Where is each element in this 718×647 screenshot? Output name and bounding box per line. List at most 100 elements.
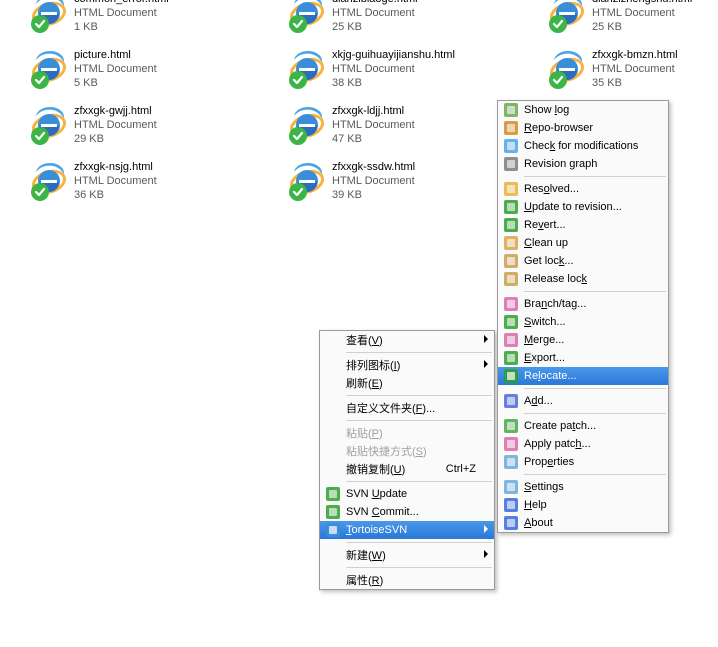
svn-item-about[interactable]: About bbox=[498, 514, 668, 532]
svn-update-icon bbox=[325, 486, 341, 502]
svn-item-revision-graph[interactable]: Revision graph bbox=[498, 155, 668, 173]
svn-item-switch[interactable]: Switch... bbox=[498, 313, 668, 331]
menu-item-label: Release lock bbox=[524, 273, 587, 285]
svn-item-merge[interactable]: Merge... bbox=[498, 331, 668, 349]
menu-item-label: Resolved... bbox=[524, 183, 579, 195]
svn-item-create-patch[interactable]: Create patch... bbox=[498, 417, 668, 435]
file-type: HTML Document bbox=[74, 62, 157, 76]
html-file-icon bbox=[546, 48, 588, 90]
ctx-item-svn-update[interactable]: SVN Update bbox=[320, 485, 494, 503]
svn-item-help[interactable]: Help bbox=[498, 496, 668, 514]
svn-item-clean-up[interactable]: Clean up bbox=[498, 234, 668, 252]
submenu-arrow-icon bbox=[484, 360, 488, 368]
menu-item-label: 属性(R) bbox=[346, 572, 383, 588]
menu-item-label: Merge... bbox=[524, 334, 564, 346]
context-menu-primary: 查看(V) 排列图标(I)刷新(E) 自定义文件夹(F)... 粘贴(P)粘贴快捷方式… bbox=[319, 330, 495, 590]
create-patch-icon bbox=[503, 418, 519, 434]
merge-icon bbox=[503, 332, 519, 348]
lock-icon bbox=[503, 253, 519, 269]
svn-item-properties[interactable]: Properties bbox=[498, 453, 668, 471]
properties-icon bbox=[503, 454, 519, 470]
update-rev-icon bbox=[503, 199, 519, 215]
svn-item-show-log[interactable]: Show log bbox=[498, 101, 668, 119]
svn-item-settings[interactable]: Settings bbox=[498, 478, 668, 496]
svn-item-resolved[interactable]: Resolved... bbox=[498, 180, 668, 198]
html-file-icon bbox=[286, 48, 328, 90]
ctx-item-e[interactable]: 刷新(E) bbox=[320, 374, 494, 392]
html-file-icon bbox=[28, 160, 70, 202]
svn-item-check-for-modifications[interactable]: Check for modifications bbox=[498, 137, 668, 155]
file-type: HTML Document bbox=[592, 6, 692, 20]
file-meta: picture.html HTML Document 5 KB bbox=[74, 48, 157, 90]
svn-item-apply-patch[interactable]: Apply patch... bbox=[498, 435, 668, 453]
file-meta: zfxxgk-bmzn.html HTML Document 35 KB bbox=[592, 48, 678, 90]
menu-item-label: Revert... bbox=[524, 219, 566, 231]
menu-item-label: Add... bbox=[524, 395, 553, 407]
ctx-item-w[interactable]: 新建(W) bbox=[320, 546, 494, 564]
svn-item-get-lock[interactable]: Get lock... bbox=[498, 252, 668, 270]
file-meta: common_error.html HTML Document 1 KB bbox=[74, 0, 169, 34]
ctx-item-u[interactable]: 撤销复制(U)Ctrl+Z bbox=[320, 460, 494, 478]
menu-item-label: Repo-browser bbox=[524, 122, 593, 134]
ctx-item-s: 粘贴快捷方式(S) bbox=[320, 442, 494, 460]
svn-separator bbox=[524, 474, 666, 475]
file-item[interactable]: zfxxgk-gwjj.html HTML Document 29 KB bbox=[28, 104, 268, 146]
file-item[interactable]: zfxxgk-nsjg.html HTML Document 36 KB bbox=[28, 160, 268, 202]
submenu-arrow-icon bbox=[484, 525, 488, 533]
file-item[interactable]: dianzibiaoge.html HTML Document 25 KB bbox=[286, 0, 526, 34]
ctx-item-r[interactable]: 属性(R) bbox=[320, 571, 494, 589]
menu-item-label: SVN Update bbox=[346, 488, 407, 500]
ctx-item-tortoisesvn[interactable]: TortoiseSVN bbox=[320, 521, 494, 539]
ctx-separator bbox=[346, 567, 492, 568]
ctx-item-v[interactable]: 查看(V) bbox=[320, 331, 494, 349]
file-meta: zfxxgk-ldjj.html HTML Document 47 KB bbox=[332, 104, 415, 146]
file-item[interactable]: picture.html HTML Document 5 KB bbox=[28, 48, 268, 90]
menu-item-label: 粘贴快捷方式(S) bbox=[346, 443, 427, 459]
ctx-item-p: 粘贴(P) bbox=[320, 424, 494, 442]
log-icon bbox=[503, 102, 519, 118]
svn-item-release-lock[interactable]: Release lock bbox=[498, 270, 668, 288]
tortoise-icon bbox=[325, 522, 341, 538]
svn-item-branch-tag[interactable]: Branch/tag... bbox=[498, 295, 668, 313]
file-item[interactable]: common_error.html HTML Document 1 KB bbox=[28, 0, 268, 34]
menu-item-label: Relocate... bbox=[524, 370, 577, 382]
menu-item-label: Switch... bbox=[524, 316, 566, 328]
file-item[interactable]: xkjg-guihuayijianshu.html HTML Document … bbox=[286, 48, 526, 90]
menu-item-label: Check for modifications bbox=[524, 140, 638, 152]
file-name: zfxxgk-bmzn.html bbox=[592, 48, 678, 62]
ctx-separator bbox=[346, 542, 492, 543]
html-file-icon bbox=[286, 0, 328, 34]
menu-item-label: 自定义文件夹(F)... bbox=[346, 400, 435, 416]
file-item[interactable]: dianzizhengshu.html HTML Document 25 KB bbox=[546, 0, 718, 34]
file-item[interactable]: zfxxgk-ldjj.html HTML Document 47 KB bbox=[286, 104, 526, 146]
file-item[interactable]: zfxxgk-ssdw.html HTML Document 39 KB bbox=[286, 160, 526, 202]
menu-item-label: Branch/tag... bbox=[524, 298, 586, 310]
file-meta: dianzizhengshu.html HTML Document 25 KB bbox=[592, 0, 692, 34]
svn-item-update-to-revision[interactable]: Update to revision... bbox=[498, 198, 668, 216]
ctx-item-i[interactable]: 排列图标(I) bbox=[320, 356, 494, 374]
file-size: 5 KB bbox=[74, 76, 157, 90]
svn-item-repo-browser[interactable]: Repo-browser bbox=[498, 119, 668, 137]
ctx-separator bbox=[346, 395, 492, 396]
revert-icon bbox=[503, 217, 519, 233]
file-type: HTML Document bbox=[592, 62, 678, 76]
file-name: zfxxgk-ssdw.html bbox=[332, 160, 415, 174]
svn-item-relocate[interactable]: Relocate... bbox=[498, 367, 668, 385]
menu-item-label: About bbox=[524, 517, 553, 529]
svn-item-add[interactable]: Add... bbox=[498, 392, 668, 410]
unlock-icon bbox=[503, 271, 519, 287]
cleanup-icon bbox=[503, 235, 519, 251]
ctx-item-svn-commit[interactable]: SVN Commit... bbox=[320, 503, 494, 521]
file-size: 1 KB bbox=[74, 20, 169, 34]
menu-item-shortcut: Ctrl+Z bbox=[446, 463, 476, 475]
svn-item-export[interactable]: Export... bbox=[498, 349, 668, 367]
html-file-icon bbox=[28, 104, 70, 146]
ctx-item-f[interactable]: 自定义文件夹(F)... bbox=[320, 399, 494, 417]
submenu-arrow-icon bbox=[484, 335, 488, 343]
file-meta: zfxxgk-ssdw.html HTML Document 39 KB bbox=[332, 160, 415, 202]
menu-item-label: Export... bbox=[524, 352, 565, 364]
file-item[interactable]: zfxxgk-bmzn.html HTML Document 35 KB bbox=[546, 48, 718, 90]
svn-item-revert[interactable]: Revert... bbox=[498, 216, 668, 234]
apply-patch-icon bbox=[503, 436, 519, 452]
file-size: 47 KB bbox=[332, 132, 415, 146]
